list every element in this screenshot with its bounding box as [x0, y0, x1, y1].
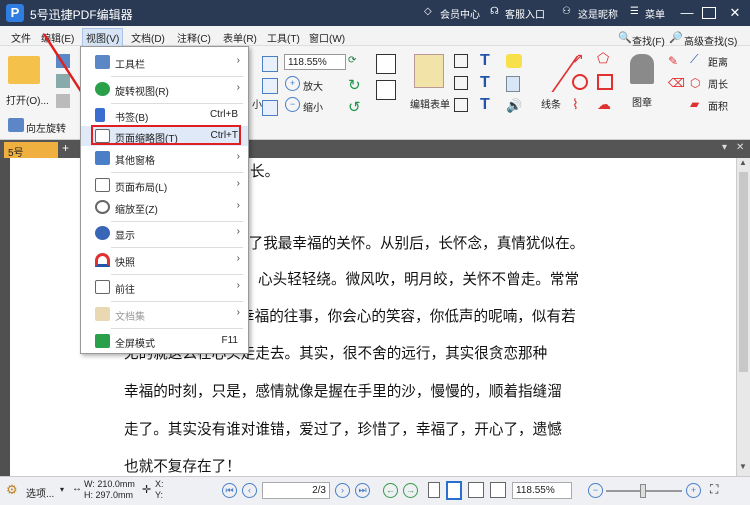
menu-item-page-layout[interactable]: 页面布局(L) › — [81, 175, 248, 195]
page-layout-icon — [95, 178, 110, 192]
menu-item-bookmark[interactable]: 书签(B) Ctrl+B — [81, 105, 248, 125]
view-menu-dropdown: 工具栏 › 旋转视图(R) › 书签(B) Ctrl+B 页面缩略图(T) Ct… — [80, 46, 249, 354]
menu-item-go-to[interactable]: 前往 › — [81, 277, 248, 297]
menu-item-toolbar[interactable]: 工具栏 › — [81, 52, 248, 72]
fullscreen-mode-icon — [95, 334, 110, 348]
magnet-icon — [95, 253, 110, 267]
menu-item-display[interactable]: 显示 › — [81, 223, 248, 243]
go-to-icon — [95, 280, 110, 294]
rotate-view-icon — [95, 82, 110, 96]
menu-item-portfolio: 文档集 › — [81, 304, 248, 324]
bookmark-icon — [95, 108, 105, 122]
portfolio-icon — [95, 307, 110, 321]
panes-icon — [95, 151, 110, 165]
magnifier-icon — [95, 200, 110, 214]
display-icon — [95, 226, 110, 240]
menu-item-rotate-view[interactable]: 旋转视图(R) › — [81, 79, 248, 99]
menu-item-snapshot[interactable]: 快照 › — [81, 250, 248, 270]
menu-item-zoom-to[interactable]: 缩放至(Z) › — [81, 197, 248, 217]
toolbar-icon — [95, 55, 110, 69]
highlight-box — [91, 125, 241, 145]
menu-item-other-panes[interactable]: 其他窗格 › — [81, 148, 248, 168]
menu-item-fullscreen[interactable]: 全屏模式 F11 — [81, 331, 248, 351]
